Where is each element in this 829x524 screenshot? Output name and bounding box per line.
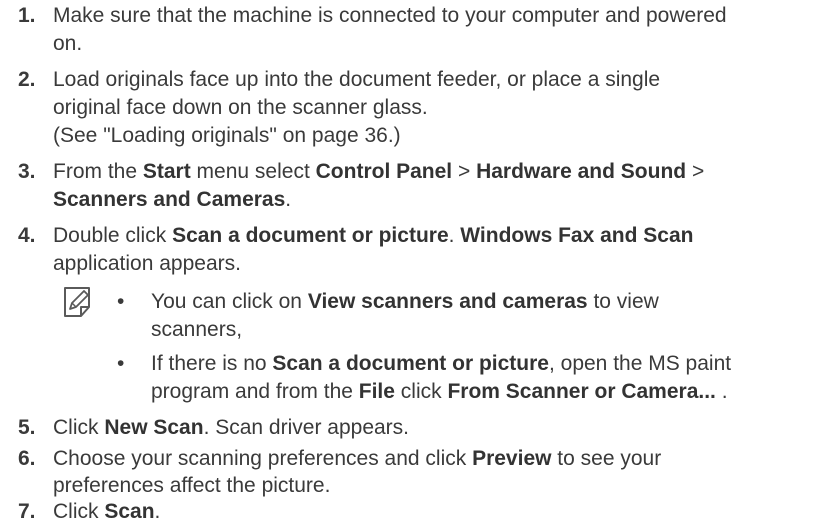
step-text: on.: [53, 32, 83, 55]
note-bullet: •: [117, 290, 125, 313]
step-text: preferences affect the picture.: [53, 474, 331, 497]
note-text: scanners,: [151, 318, 243, 341]
step-text: Click Scan.: [53, 500, 161, 523]
step-number: 3.: [18, 160, 36, 183]
step-number: 6.: [18, 447, 36, 470]
note-text: You can click on View scanners and camer…: [151, 290, 659, 313]
step-text: Choose your scanning preferences and cli…: [53, 447, 662, 470]
step-number: 5.: [18, 416, 36, 439]
step-text: original face down on the scanner glass.: [53, 96, 428, 119]
step-number: 2.: [18, 68, 36, 91]
step-text: Make sure that the machine is connected …: [53, 4, 727, 27]
step-number: 7.: [18, 500, 36, 523]
step-reference: (See "Loading originals" on page 36.): [53, 124, 401, 147]
step-text: Double click Scan a document or picture.…: [53, 224, 694, 247]
note-text: program and from the File click From Sca…: [151, 380, 728, 403]
step-number: 1.: [18, 4, 36, 27]
step-text: Load originals face up into the document…: [53, 68, 661, 91]
step-number: 4.: [18, 224, 36, 247]
note-pencil-icon: [64, 287, 90, 317]
step-text: Scanners and Cameras.: [53, 188, 292, 211]
step-text: Click New Scan. Scan driver appears.: [53, 416, 409, 439]
note-bullet: •: [117, 352, 125, 375]
step-text: From the Start menu select Control Panel…: [53, 160, 705, 183]
step-text: application appears.: [53, 252, 241, 275]
note-text: If there is no Scan a document or pictur…: [151, 352, 732, 375]
